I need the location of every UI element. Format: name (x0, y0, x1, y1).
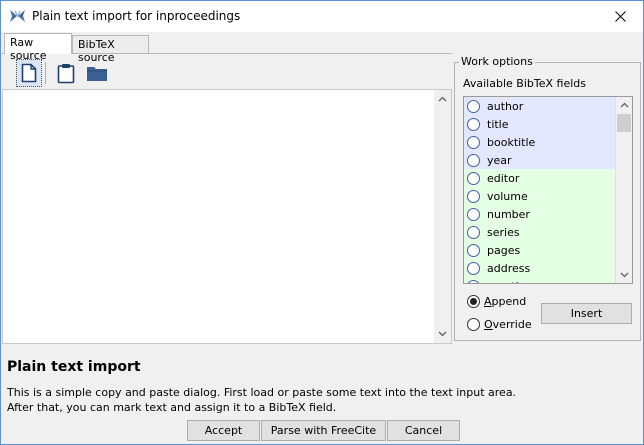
append-radio[interactable]: Append (467, 295, 526, 308)
accept-button[interactable]: Accept (187, 420, 260, 441)
list-item[interactable]: booktitle (464, 133, 616, 151)
work-options-group: Work options Available BibTeX fields aut… (454, 55, 641, 341)
radio-icon (467, 279, 480, 283)
new-document-button[interactable] (16, 59, 42, 87)
bibtex-fields-list[interactable]: author title booktitle year editor volum… (463, 96, 633, 284)
append-label: Append (484, 295, 527, 308)
list-item[interactable]: volume (464, 187, 616, 205)
scroll-down-icon[interactable] (620, 272, 629, 278)
fields-list-scrollbar[interactable] (615, 97, 632, 283)
window-title: Plain text import for inproceedings (32, 9, 241, 23)
override-label: Override (484, 318, 532, 331)
raw-source-panel (2, 54, 452, 344)
field-name: editor (487, 171, 520, 185)
field-name: pages (487, 243, 521, 257)
import-dialog-window: Plain text import for inproceedings Raw … (0, 0, 644, 445)
radio-icon (467, 243, 480, 257)
radio-selected-icon (467, 295, 480, 308)
help-text: This is a simple copy and paste dialog. … (7, 385, 637, 415)
help-title: Plain text import (7, 359, 141, 375)
open-file-button[interactable] (84, 59, 110, 87)
list-item[interactable]: author (464, 97, 616, 115)
folder-icon (87, 66, 107, 81)
override-radio[interactable]: Override (467, 318, 532, 331)
field-name: month (487, 280, 523, 284)
clipboard-icon (57, 63, 75, 83)
field-name: year (487, 153, 512, 167)
list-item[interactable]: pages (464, 241, 616, 259)
toolbar-separator (45, 62, 46, 84)
scroll-up-icon[interactable] (620, 102, 629, 108)
radio-icon (467, 135, 480, 149)
cancel-button[interactable]: Cancel (387, 420, 460, 441)
radio-icon (467, 99, 480, 113)
field-name: booktitle (487, 135, 536, 149)
radio-icon (467, 207, 480, 221)
source-tabs: Raw source BibTeX source (2, 33, 644, 64)
close-icon (614, 10, 626, 22)
scroll-down-icon[interactable] (438, 331, 447, 337)
help-line-1: This is a simple copy and paste dialog. … (7, 386, 517, 399)
new-document-icon (21, 63, 37, 83)
insert-button[interactable]: Insert (541, 303, 632, 324)
scroll-up-icon[interactable] (438, 96, 447, 102)
list-item[interactable]: year (464, 151, 616, 169)
list-item[interactable]: title (464, 115, 616, 133)
title-bar[interactable]: Plain text import for inproceedings (1, 1, 643, 32)
radio-icon (467, 225, 480, 239)
text-area-scrollbar[interactable] (434, 90, 451, 343)
work-options-title: Work options (459, 55, 535, 68)
tab-raw-source[interactable]: Raw source (4, 33, 72, 62)
tab-bibtex-source[interactable]: BibTeX source (72, 35, 149, 64)
paste-button[interactable] (53, 59, 79, 87)
field-name: author (487, 99, 524, 113)
radio-icon (467, 189, 480, 203)
field-name: volume (487, 189, 528, 203)
parse-freecite-button[interactable]: Parse with FreeCite (261, 420, 386, 441)
available-fields-label: Available BibTeX fields (463, 77, 586, 90)
list-item[interactable]: number (464, 205, 616, 223)
radio-icon (467, 117, 480, 131)
list-item[interactable]: editor (464, 169, 616, 187)
field-name: title (487, 117, 509, 131)
radio-icon (467, 171, 480, 185)
scrollbar-thumb[interactable] (617, 114, 631, 132)
list-item[interactable]: address (464, 259, 616, 277)
help-line-2: After that, you can mark text and assign… (7, 401, 337, 414)
close-button[interactable] (597, 1, 643, 31)
list-item[interactable]: month (464, 277, 616, 284)
radio-icon (467, 318, 480, 331)
text-input-area[interactable] (2, 89, 452, 344)
radio-icon (467, 153, 480, 167)
jabref-logo-icon (10, 10, 25, 22)
field-name: number (487, 207, 530, 221)
radio-icon (467, 261, 480, 275)
field-name: address (487, 261, 531, 275)
list-item[interactable]: series (464, 223, 616, 241)
field-name: series (487, 225, 520, 239)
